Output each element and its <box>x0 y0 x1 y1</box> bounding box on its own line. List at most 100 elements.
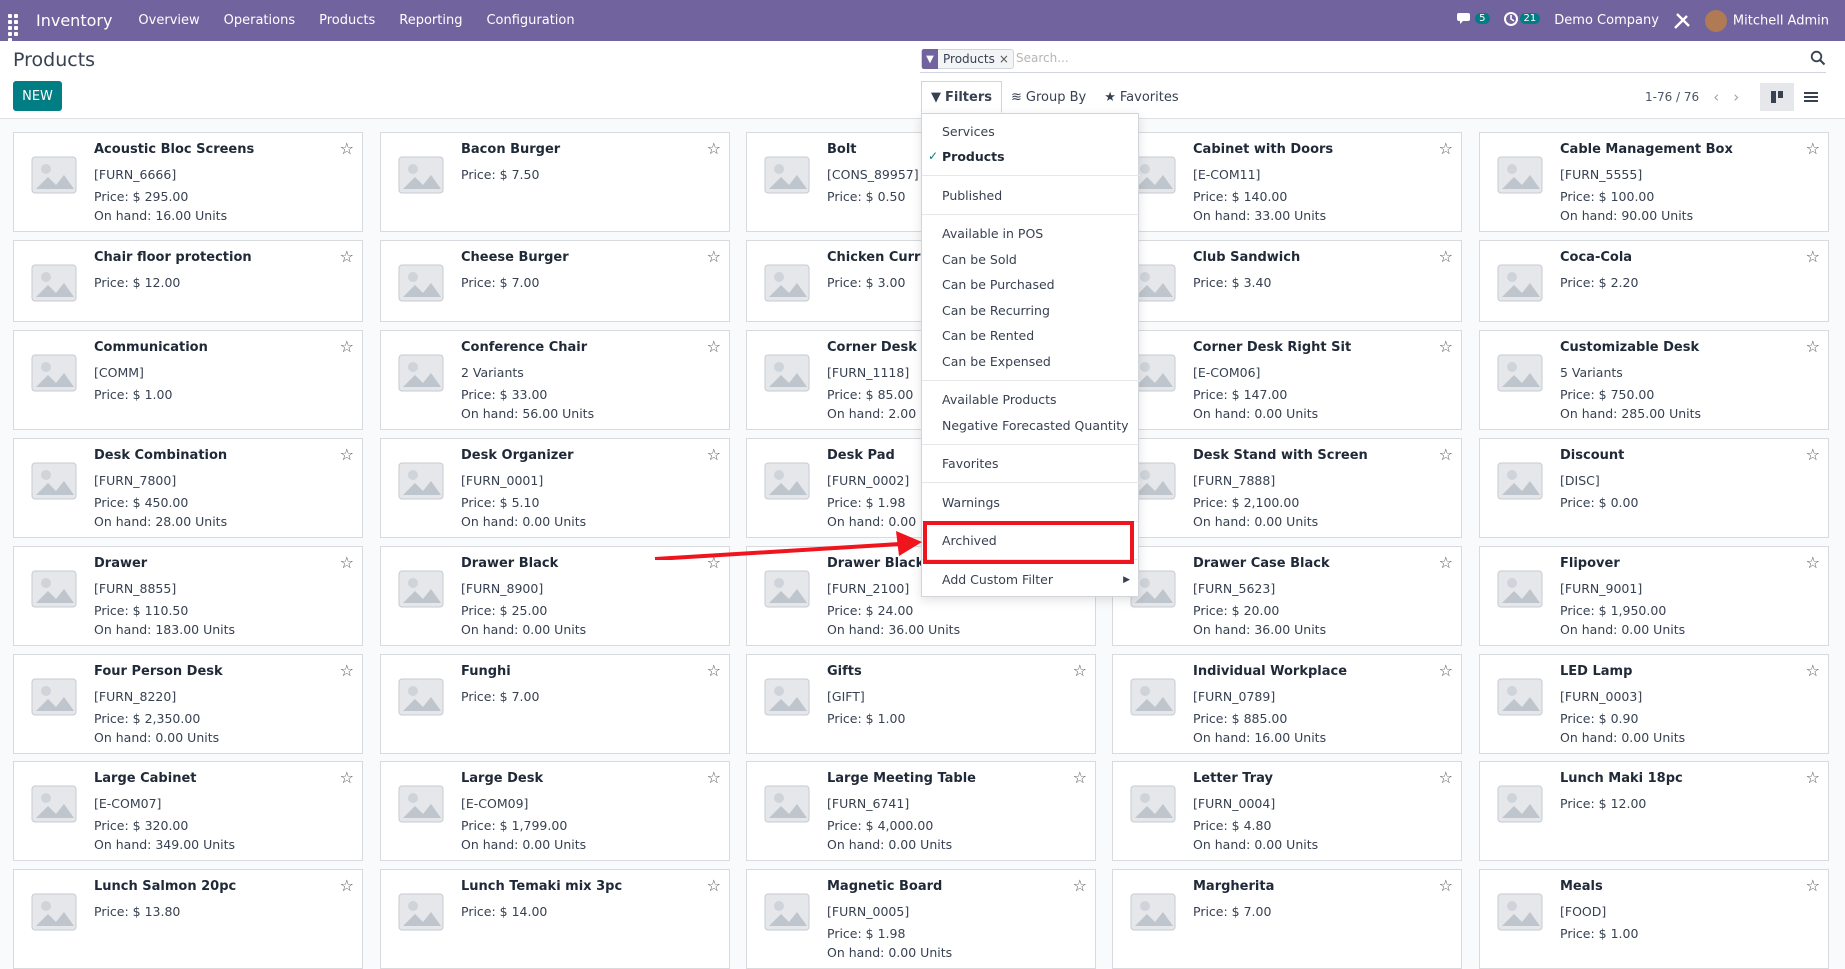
favorite-star-icon[interactable]: ☆ <box>1073 768 1087 787</box>
filter-can-be-sold[interactable]: Can be Sold <box>922 252 1140 267</box>
favorite-star-icon[interactable]: ☆ <box>340 553 354 572</box>
favorite-star-icon[interactable]: ☆ <box>707 876 721 895</box>
favorite-star-icon[interactable]: ☆ <box>340 247 354 266</box>
filter-favorites[interactable]: Favorites <box>922 456 1140 471</box>
favorite-star-icon[interactable]: ☆ <box>1806 876 1820 895</box>
favorite-star-icon[interactable]: ☆ <box>707 337 721 356</box>
product-card[interactable]: Cabinet with Doors [E-COM11] Price: $ 140.… <box>1112 132 1462 232</box>
favorites-toggle[interactable]: ★ Favorites <box>1095 81 1187 113</box>
app-name[interactable]: Inventory <box>36 11 112 30</box>
product-card[interactable]: Cable Management Box [FURN_5555] Price: $ … <box>1479 132 1829 232</box>
favorite-star-icon[interactable]: ☆ <box>707 247 721 266</box>
favorite-star-icon[interactable]: ☆ <box>340 445 354 464</box>
product-card[interactable]: Drawer [FURN_8855] Price: $ 110.50 On hand:… <box>13 546 363 646</box>
filter-warnings[interactable]: Warnings <box>922 495 1140 510</box>
company-switcher[interactable]: Demo Company <box>1554 13 1659 28</box>
groupby-toggle[interactable]: ≋ Group By <box>1002 81 1095 113</box>
favorite-star-icon[interactable]: ☆ <box>1806 337 1820 356</box>
favorite-star-icon[interactable]: ☆ <box>707 768 721 787</box>
product-card[interactable]: Magnetic Board [FURN_0005] Price: $ 1.98 On… <box>746 869 1096 969</box>
favorite-star-icon[interactable]: ☆ <box>1806 553 1820 572</box>
favorite-star-icon[interactable]: ☆ <box>1806 661 1820 680</box>
product-card[interactable]: LED Lamp [FURN_0003] Price: $ 0.90 On hand:… <box>1479 654 1829 754</box>
product-card[interactable]: Funghi Price: $ 7.00 ☆ <box>380 654 730 754</box>
filter-available-products[interactable]: Available Products <box>922 392 1140 407</box>
filter-can-be-expensed[interactable]: Can be Expensed <box>922 354 1140 369</box>
menu-products[interactable]: Products <box>307 13 387 28</box>
product-card[interactable]: Meals [FOOD] Price: $ 1.00 ☆ <box>1479 869 1829 969</box>
favorite-star-icon[interactable]: ☆ <box>1439 876 1453 895</box>
product-card[interactable]: Drawer Black [FURN_8900] Price: $ 25.00 On … <box>380 546 730 646</box>
product-card[interactable]: Corner Desk Right Sit [E-COM06] Price: $ 1… <box>1112 330 1462 430</box>
favorite-star-icon[interactable]: ☆ <box>1806 768 1820 787</box>
product-card[interactable]: Large Meeting Table [FURN_6741] Price: $ 4… <box>746 761 1096 861</box>
favorite-star-icon[interactable]: ☆ <box>1439 139 1453 158</box>
product-card[interactable]: Margherita Price: $ 7.00 ☆ <box>1112 869 1462 969</box>
product-card[interactable]: Club Sandwich Price: $ 3.40 ☆ <box>1112 240 1462 322</box>
filters-toggle[interactable]: ▼ Filters <box>921 81 1002 113</box>
chat-button[interactable]: 5 <box>1457 12 1490 30</box>
facet-remove-button[interactable]: × <box>999 52 1013 66</box>
menu-operations[interactable]: Operations <box>212 13 307 28</box>
product-card[interactable]: Cheese Burger Price: $ 7.00 ☆ <box>380 240 730 322</box>
favorite-star-icon[interactable]: ☆ <box>1439 337 1453 356</box>
user-menu[interactable]: Mitchell Admin <box>1704 9 1829 32</box>
product-card[interactable]: Lunch Salmon 20pc Price: $ 13.80 ☆ <box>13 869 363 969</box>
favorite-star-icon[interactable]: ☆ <box>707 139 721 158</box>
list-view-button[interactable] <box>1794 83 1828 111</box>
filter-can-be-recurring[interactable]: Can be Recurring <box>922 303 1140 318</box>
product-card[interactable]: Desk Combination [FURN_7800] Price: $ 450.… <box>13 438 363 538</box>
product-card[interactable]: Four Person Desk [FURN_8220] Price: $ 2,35… <box>13 654 363 754</box>
product-card[interactable]: Gifts [GIFT] Price: $ 1.00 ☆ <box>746 654 1096 754</box>
filter-published[interactable]: Published <box>922 188 1140 203</box>
debug-tools-icon[interactable] <box>1673 12 1691 30</box>
product-card[interactable]: Lunch Temaki mix 3pc Price: $ 14.00 ☆ <box>380 869 730 969</box>
product-card[interactable]: Lunch Maki 18pc Price: $ 12.00 ☆ <box>1479 761 1829 861</box>
filter-negative-forecasted[interactable]: Negative Forecasted Quantity <box>922 418 1140 433</box>
product-card[interactable]: Customizable Desk 5 Variants Price: $ 750.… <box>1479 330 1829 430</box>
favorite-star-icon[interactable]: ☆ <box>340 876 354 895</box>
filter-services[interactable]: Services <box>922 124 1140 139</box>
favorite-star-icon[interactable]: ☆ <box>340 661 354 680</box>
favorite-star-icon[interactable]: ☆ <box>340 139 354 158</box>
activity-button[interactable]: 21 <box>1503 11 1541 30</box>
favorite-star-icon[interactable]: ☆ <box>340 337 354 356</box>
menu-overview[interactable]: Overview <box>126 13 211 28</box>
favorite-star-icon[interactable]: ☆ <box>707 445 721 464</box>
filter-can-be-rented[interactable]: Can be Rented <box>922 328 1140 343</box>
pager-prev-icon[interactable]: ‹ <box>1713 88 1719 106</box>
product-card[interactable]: Desk Stand with Screen [FURN_7888] Price: … <box>1112 438 1462 538</box>
product-card[interactable]: Large Cabinet [E-COM07] Price: $ 320.00 On … <box>13 761 363 861</box>
menu-configuration[interactable]: Configuration <box>474 13 586 28</box>
product-card[interactable]: Communication [COMM] Price: $ 1.00 ☆ <box>13 330 363 430</box>
search-icon[interactable] <box>1810 50 1826 66</box>
favorite-star-icon[interactable]: ☆ <box>1439 247 1453 266</box>
product-card[interactable]: Conference Chair 2 Variants Price: $ 33.00… <box>380 330 730 430</box>
filter-products[interactable]: Products <box>922 149 1140 164</box>
add-custom-filter[interactable]: Add Custom Filter <box>922 572 1140 587</box>
kanban-view-button[interactable] <box>1760 83 1794 111</box>
product-card[interactable]: Bacon Burger Price: $ 7.50 ☆ <box>380 132 730 232</box>
favorite-star-icon[interactable]: ☆ <box>1439 768 1453 787</box>
favorite-star-icon[interactable]: ☆ <box>1806 445 1820 464</box>
favorite-star-icon[interactable]: ☆ <box>1439 553 1453 572</box>
product-card[interactable]: Discount [DISC] Price: $ 0.00 ☆ <box>1479 438 1829 538</box>
favorite-star-icon[interactable]: ☆ <box>707 661 721 680</box>
filter-available-in-pos[interactable]: Available in POS <box>922 226 1140 241</box>
pager-next-icon[interactable]: › <box>1733 88 1739 106</box>
favorite-star-icon[interactable]: ☆ <box>1073 661 1087 680</box>
product-card[interactable]: Large Desk [E-COM09] Price: $ 1,799.00 On h… <box>380 761 730 861</box>
menu-reporting[interactable]: Reporting <box>387 13 474 28</box>
product-card[interactable]: Chair floor protection Price: $ 12.00 ☆ <box>13 240 363 322</box>
favorite-star-icon[interactable]: ☆ <box>340 768 354 787</box>
product-card[interactable]: Individual Workplace [FURN_0789] Price: $ … <box>1112 654 1462 754</box>
product-card[interactable]: Drawer Case Black [FURN_5623] Price: $ 20.… <box>1112 546 1462 646</box>
favorite-star-icon[interactable]: ☆ <box>1806 139 1820 158</box>
product-card[interactable]: Flipover [FURN_9001] Price: $ 1,950.00 On h… <box>1479 546 1829 646</box>
favorite-star-icon[interactable]: ☆ <box>1806 247 1820 266</box>
favorite-star-icon[interactable]: ☆ <box>1439 445 1453 464</box>
product-card[interactable]: Coca-Cola Price: $ 2.20 ☆ <box>1479 240 1829 322</box>
favorite-star-icon[interactable]: ☆ <box>1439 661 1453 680</box>
search-input[interactable]: Search... <box>1016 51 1069 65</box>
new-button[interactable]: NEW <box>13 81 62 111</box>
